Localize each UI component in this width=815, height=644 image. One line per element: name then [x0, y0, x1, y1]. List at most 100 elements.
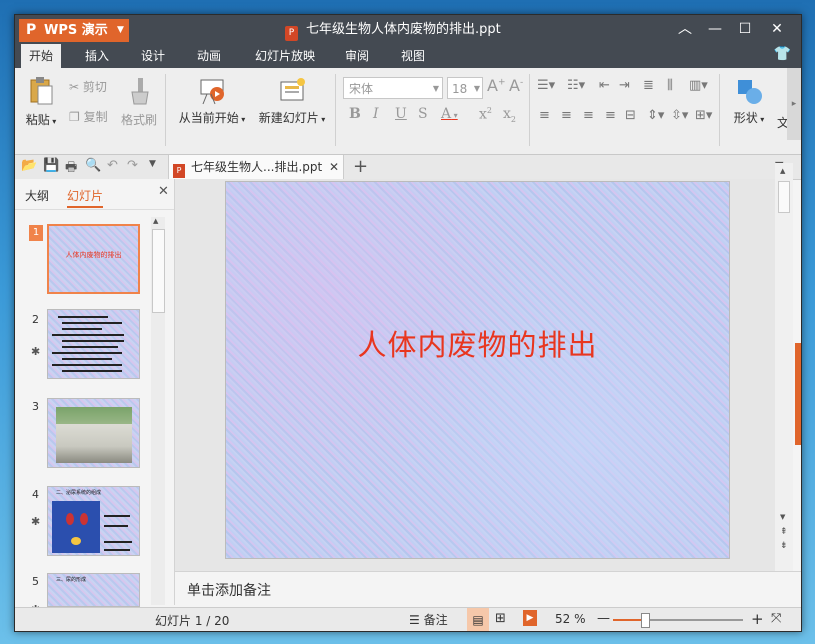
tab-design[interactable]: 设计	[133, 44, 173, 68]
underline-icon[interactable]: U	[395, 106, 407, 122]
grow-font-icon[interactable]: A+	[487, 76, 506, 95]
fit-window-icon[interactable]: ⤧	[771, 611, 781, 626]
slide-title[interactable]: 人体内废物的排出	[226, 322, 729, 364]
close-panel-icon[interactable]: ✕	[158, 184, 169, 199]
subscript-icon[interactable]: x2	[503, 106, 516, 124]
close-tab-icon[interactable]: ✕	[329, 155, 339, 179]
copy-button[interactable]: ❐ 复制	[69, 108, 108, 125]
tab-insert[interactable]: 插入	[77, 44, 117, 68]
zoom-slider-thumb[interactable]	[641, 613, 650, 628]
quick-access-dropdown[interactable]: ▼	[149, 159, 156, 169]
paste-button[interactable]: 粘贴 ▾	[21, 76, 61, 128]
undo-icon[interactable]: ↶	[107, 158, 118, 173]
distribute-icon[interactable]: ⊟	[625, 108, 636, 123]
tab-review[interactable]: 审阅	[337, 44, 377, 68]
scroll-up-icon[interactable]: ▲	[780, 167, 785, 175]
skin-icon[interactable]: 👕	[774, 46, 791, 62]
format-painter-button[interactable]: 格式刷	[119, 76, 159, 128]
maximize-button[interactable]: ☐	[731, 15, 759, 44]
minimize-button[interactable]: —	[701, 15, 729, 44]
new-slide-button[interactable]: 新建幻灯片 ▾	[255, 76, 329, 126]
zoom-in-icon[interactable]: +	[751, 610, 764, 628]
ribbon-separator	[335, 74, 336, 146]
shape-button[interactable]: 形状 ▾	[727, 76, 771, 126]
line-spacing-icon[interactable]: ≣	[643, 78, 654, 93]
justify-icon[interactable]: ≡	[605, 108, 616, 123]
save-icon[interactable]: 💾	[43, 158, 59, 173]
slide-thumbnail-1[interactable]: 人体内废物的排出	[47, 224, 140, 294]
notes-pane[interactable]: 单击添加备注	[175, 571, 801, 606]
spacing-before-icon[interactable]: ⇕▾	[647, 108, 664, 123]
bullet-list-icon[interactable]: ☰▾	[537, 78, 555, 93]
tab-view[interactable]: 视图	[393, 44, 433, 68]
ribbon-separator	[165, 74, 166, 146]
building-photo	[56, 407, 132, 463]
paste-label: 粘贴	[25, 113, 50, 127]
shape-label: 形状	[733, 111, 758, 125]
italic-icon[interactable]: I	[373, 106, 379, 122]
side-panel-toggle[interactable]	[795, 343, 801, 445]
slide-thumbnail-5[interactable]: 三、尿的形成	[47, 573, 140, 607]
panel-scroll-thumb[interactable]	[152, 229, 165, 313]
new-tab-button[interactable]: +	[353, 155, 368, 179]
next-slide-icon[interactable]: ⇟	[780, 541, 788, 551]
font-name-select[interactable]: 宋体 ▼	[343, 77, 443, 99]
align-text-icon[interactable]: ⊞▾	[695, 108, 712, 123]
redo-icon[interactable]: ↷	[127, 158, 138, 173]
spacing-after-icon[interactable]: ⇳▾	[671, 108, 688, 123]
ribbon-scroll-right[interactable]: ▸	[787, 68, 801, 140]
tab-outline[interactable]: 大纲	[25, 187, 49, 204]
notes-label: 备注	[423, 613, 448, 627]
panel-scrollbar[interactable]: ▲	[151, 217, 165, 605]
shadow-icon[interactable]: S	[418, 106, 428, 122]
from-current-button[interactable]: 从当前开始 ▾	[173, 76, 251, 126]
text-direction-icon[interactable]: ⫼	[667, 78, 673, 93]
columns-icon[interactable]: ▥▾	[689, 78, 708, 93]
tab-slideshow[interactable]: 幻灯片放映	[247, 44, 323, 68]
font-size-value: 18	[452, 82, 468, 96]
align-center-icon[interactable]: ≡	[561, 108, 572, 123]
slide-thumbnail-2[interactable]	[47, 309, 140, 379]
font-color-icon[interactable]: A ▾	[441, 106, 458, 122]
tab-slides[interactable]: 幻灯片	[67, 187, 104, 208]
zoom-out-icon[interactable]: —	[597, 611, 610, 626]
open-icon[interactable]: 📂	[21, 158, 37, 173]
preview-icon[interactable]: 🔍	[85, 158, 101, 173]
app-menu-button[interactable]: P WPS 演示 ▼	[19, 19, 129, 42]
cut-button[interactable]: ✂ 剪切	[69, 78, 107, 95]
prev-slide-icon[interactable]: ⇞	[780, 527, 788, 537]
collapse-ribbon-button[interactable]: ︿	[671, 15, 699, 44]
document-tab[interactable]: P 七年级生物人...排出.ppt ✕	[168, 155, 344, 179]
tab-animation[interactable]: 动画	[189, 44, 229, 68]
slide-number: 5	[32, 575, 39, 588]
close-button[interactable]: ✕	[763, 15, 791, 44]
slide-thumbnail-3[interactable]	[47, 398, 140, 468]
slideshow-button[interactable]: ▶	[523, 610, 537, 626]
zoom-level[interactable]: 52 %	[555, 612, 586, 626]
shrink-font-icon[interactable]: A-	[509, 76, 523, 95]
ribbon-separator	[529, 74, 530, 146]
zoom-slider[interactable]	[613, 613, 743, 628]
print-icon[interactable]: 🖶	[65, 158, 77, 180]
superscript-icon[interactable]: x2	[479, 106, 492, 123]
slide-thumbnail-4[interactable]: 二、泌尿系统的组成	[47, 486, 140, 556]
increase-indent-icon[interactable]: ⇥	[619, 78, 630, 93]
current-slide[interactable]: 人体内废物的排出	[225, 181, 730, 559]
editor-scroll-thumb[interactable]	[778, 181, 790, 213]
chevron-down-icon: ▼	[432, 84, 439, 93]
align-left-icon[interactable]: ≡	[539, 108, 550, 123]
notes-toggle-button[interactable]: ☰ 备注	[409, 611, 448, 628]
font-size-select[interactable]: 18 ▼	[447, 77, 483, 99]
wps-logo-icon: P	[26, 22, 37, 38]
align-right-icon[interactable]: ≡	[583, 108, 594, 123]
scroll-up-icon[interactable]: ▲	[153, 217, 158, 225]
editor-scrollbar[interactable]: ▲ ▼ ⇞ ⇟	[775, 163, 793, 571]
scroll-down-icon[interactable]: ▼	[780, 513, 785, 521]
tab-home[interactable]: 开始	[21, 44, 62, 68]
slide-sorter-button[interactable]: ⊞	[495, 611, 506, 626]
decrease-indent-icon[interactable]: ⇤	[599, 78, 610, 93]
bold-icon[interactable]: B	[349, 106, 361, 122]
numbered-list-icon[interactable]: ☷▾	[567, 78, 585, 93]
normal-view-button[interactable]: ▤	[467, 608, 489, 631]
title-bar: P WPS 演示 ▼ P 七年级生物人体内废物的排出.ppt ︿ — ☐ ✕	[15, 15, 801, 44]
